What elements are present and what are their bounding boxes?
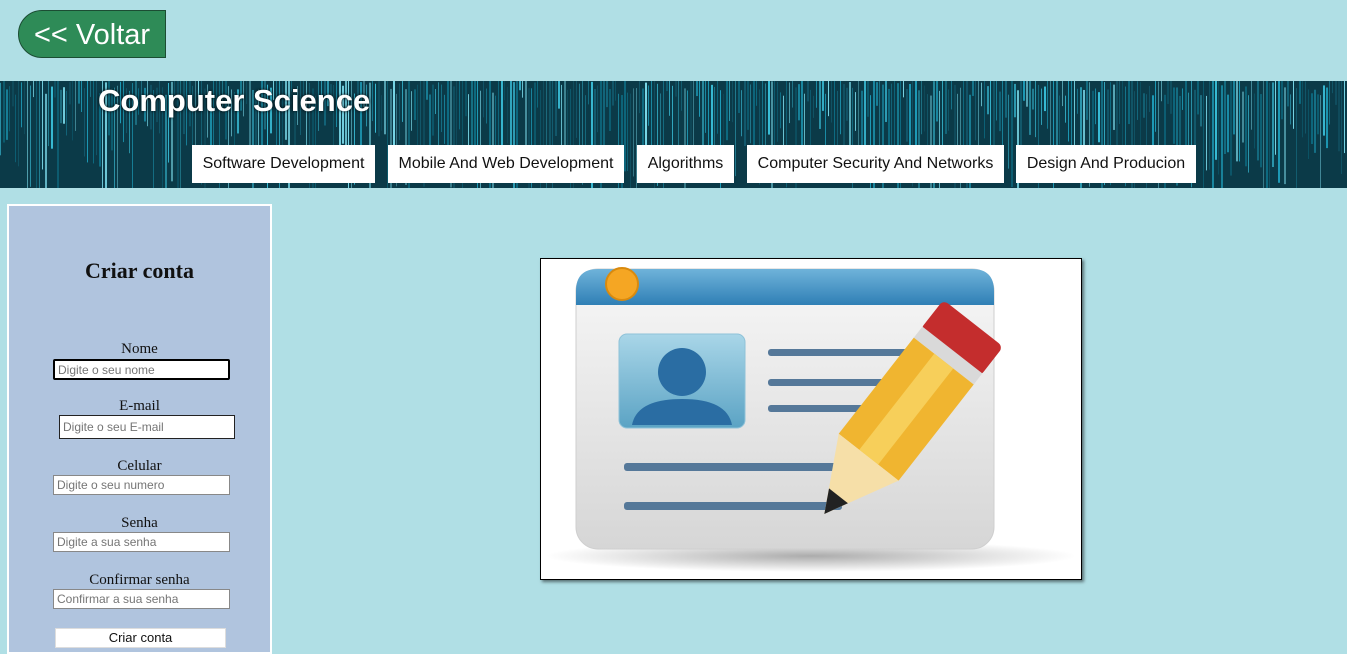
signup-panel: Criar conta Nome E-mail Celular Senha Co…	[7, 204, 272, 654]
header-banner: Computer Science Software Development Mo…	[0, 81, 1347, 188]
phone-input[interactable]	[53, 475, 230, 495]
confirm-password-label: Confirmar senha	[89, 572, 190, 588]
password-input[interactable]	[53, 532, 230, 552]
id-card-edit-icon	[540, 258, 1082, 580]
email-input[interactable]	[59, 415, 235, 439]
nav-mobile-web-development[interactable]: Mobile And Web Development	[388, 145, 624, 183]
create-account-button[interactable]: Criar conta	[55, 628, 226, 648]
nav-design-production[interactable]: Design And Producion	[1016, 145, 1196, 183]
password-label: Senha	[121, 515, 158, 531]
confirm-password-input[interactable]	[53, 589, 230, 609]
nav-software-development[interactable]: Software Development	[192, 145, 375, 183]
back-button[interactable]: << Voltar	[18, 10, 166, 58]
nav-algorithms[interactable]: Algorithms	[637, 145, 734, 183]
nav-computer-security-networks[interactable]: Computer Security And Networks	[747, 145, 1004, 183]
name-label: Nome	[121, 341, 158, 357]
email-label: E-mail	[119, 398, 160, 414]
name-input[interactable]	[53, 359, 230, 380]
site-title: Computer Science	[98, 83, 371, 118]
phone-label: Celular	[117, 458, 162, 474]
signup-title: Criar conta	[85, 258, 194, 283]
